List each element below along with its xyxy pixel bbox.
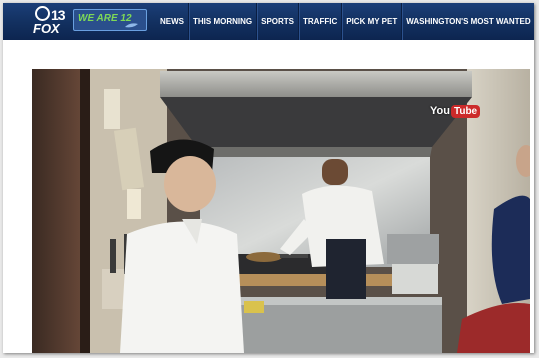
youtube-watermark-you: You (430, 105, 450, 117)
nav-item-this-morning[interactable]: THIS MORNING (189, 3, 256, 40)
nav-item-news[interactable]: NEWS (156, 3, 188, 40)
site-header: 13 FOX WE ARE 12 NEWS THIS MORNING SPORT… (3, 3, 534, 40)
main-nav: NEWS THIS MORNING SPORTS TRAFFIC PICK MY… (156, 3, 534, 40)
we-are-12-promo[interactable]: WE ARE 12 (73, 9, 147, 31)
nav-item-traffic[interactable]: TRAFFIC (299, 3, 341, 40)
seahawks-icon (125, 23, 138, 28)
q-ring-icon (35, 6, 50, 21)
browser-page: 13 FOX WE ARE 12 NEWS THIS MORNING SPORT… (3, 3, 534, 353)
nav-item-sports[interactable]: SPORTS (257, 3, 298, 40)
q13-fox-logo[interactable]: 13 FOX (31, 5, 67, 38)
logo-network: FOX (33, 21, 60, 36)
youtube-watermark-tube: Tube (450, 104, 481, 118)
youtube-watermark[interactable]: You Tube (430, 103, 481, 119)
nav-item-washingtons-most-wanted[interactable]: WASHINGTON'S MOST WANTED (402, 3, 534, 40)
video-player[interactable]: You Tube (32, 69, 530, 353)
nav-item-pick-my-pet[interactable]: PICK MY PET (342, 3, 401, 40)
